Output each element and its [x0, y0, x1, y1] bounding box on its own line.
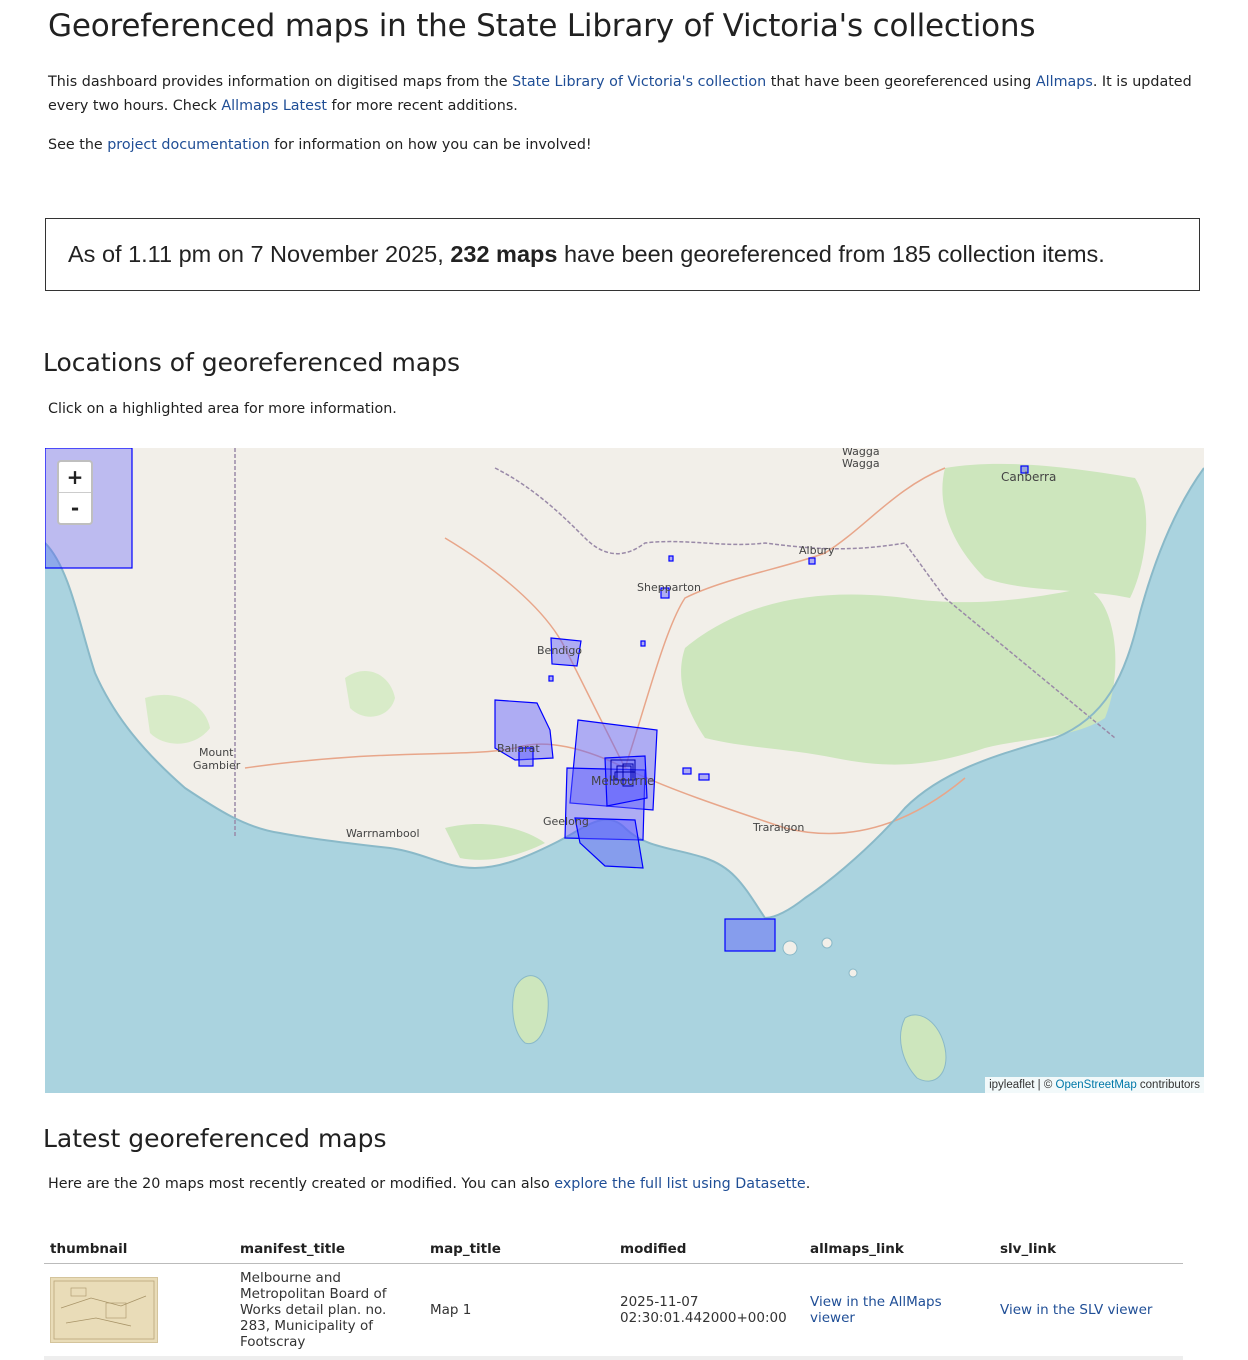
locations-heading: Locations of georeferenced maps [43, 348, 461, 377]
cell-modified: 2025-11-07 02:30:01.442000+00:00 [614, 1263, 804, 1360]
latest-text-2: . [805, 1176, 811, 1192]
project-documentation-link[interactable]: project documentation [107, 137, 269, 153]
slv-viewer-link[interactable]: View in the SLV viewer [1000, 1302, 1152, 1318]
latest-text-1: Here are the 20 maps most recently creat… [48, 1176, 555, 1192]
slv-collection-link[interactable]: State Library of Victoria's collection [512, 74, 766, 90]
label-geelong: Geelong [543, 815, 589, 828]
label-gambier: Gambier [193, 759, 241, 772]
allmaps-link[interactable]: Allmaps [1036, 74, 1093, 90]
overlay-small-2[interactable] [698, 773, 710, 781]
flinders-island [900, 1014, 947, 1082]
island-small-3 [848, 968, 858, 978]
attribution-suffix: contributors [1136, 1079, 1200, 1091]
column-header-thumbnail: thumbnail [44, 1237, 234, 1264]
map-thumbnail[interactable] [50, 1277, 158, 1343]
column-header-allmaps-link: allmaps_link [804, 1237, 994, 1264]
intro-text-4: for more recent additions. [327, 98, 518, 114]
map-attribution: ipyleaflet | © OpenStreetMap contributor… [985, 1077, 1204, 1093]
overlay-small-5[interactable] [548, 675, 554, 682]
map-thumbnail-image [53, 1280, 155, 1340]
map-canvas[interactable]: Wagga Wagga Canberra Albury Shepparton B… [45, 448, 1204, 1093]
page-title: Georeferenced maps in the State Library … [48, 8, 1036, 44]
label-traralgon: Traralgon [752, 821, 804, 834]
summary-map-count: 232 maps [450, 241, 558, 267]
island-small-1 [782, 940, 798, 956]
cell-map-title: Map 1 [424, 1263, 614, 1360]
cell-slv-link: View in the SLV viewer [994, 1263, 1183, 1360]
intro-paragraph: This dashboard provides information on d… [48, 70, 1198, 118]
cell-allmaps-link: View in the AllMaps viewer [804, 1263, 994, 1360]
king-island [512, 975, 549, 1045]
intro-text-2: that have been georeferenced using [766, 74, 1036, 90]
label-shepparton: Shepparton [637, 581, 701, 594]
zoom-control: + - [57, 460, 93, 525]
column-header-slv-link: slv_link [994, 1237, 1183, 1264]
latest-maps-table: thumbnail manifest_title map_title modif… [44, 1237, 1183, 1360]
overlay-small-3[interactable] [668, 555, 674, 562]
locations-hint: Click on a highlighted area for more inf… [48, 401, 397, 417]
column-header-manifest-title: manifest_title [234, 1237, 424, 1264]
overlay-small-1[interactable] [682, 767, 692, 775]
label-bendigo: Bendigo [537, 644, 582, 657]
island-small-2 [821, 937, 833, 949]
overlay-small-4[interactable] [640, 640, 646, 647]
intro-text-1: This dashboard provides information on d… [48, 74, 513, 90]
modified-date: 2025-11-07 [620, 1294, 699, 1310]
map-widget[interactable]: Wagga Wagga Canberra Albury Shepparton B… [45, 448, 1204, 1093]
see-text-2: for information on how you can be involv… [269, 137, 592, 153]
cell-manifest-title: Melbourne and Metropolitan Board of Work… [234, 1263, 424, 1360]
overlay-albury[interactable] [808, 557, 816, 565]
summary-box: As of 1.11 pm on 7 November 2025, 232 ma… [45, 218, 1200, 291]
openstreetmap-link[interactable]: OpenStreetMap [1056, 1079, 1137, 1091]
datasette-link[interactable]: explore the full list using Datasette [554, 1176, 805, 1192]
cell-thumbnail [44, 1263, 234, 1360]
column-header-map-title: map_title [424, 1237, 614, 1264]
attribution-prefix: ipyleaflet | © [989, 1079, 1056, 1091]
summary-suffix: have been georeferenced from 185 collect… [557, 241, 1105, 267]
latest-heading: Latest georeferenced maps [43, 1124, 387, 1153]
allmaps-latest-link[interactable]: Allmaps Latest [221, 98, 327, 114]
label-albury: Albury [799, 544, 835, 557]
allmaps-viewer-link[interactable]: View in the AllMaps viewer [810, 1294, 942, 1326]
zoom-out-button[interactable]: - [59, 492, 91, 523]
label-melbourne: Melbourne [591, 774, 654, 788]
column-header-modified: modified [614, 1237, 804, 1264]
overlay-wilsons-prom[interactable] [724, 918, 776, 952]
label-canberra: Canberra [1001, 470, 1056, 484]
table-header-row: thumbnail manifest_title map_title modif… [44, 1237, 1183, 1264]
label-wagga-2: Wagga [842, 457, 880, 470]
label-warrnambool: Warrnambool [346, 827, 420, 840]
label-ballarat: Ballarat [497, 742, 540, 755]
zoom-in-button[interactable]: + [59, 462, 91, 492]
label-mount: Mount [199, 746, 234, 759]
modified-time: 02:30:01.442000+00:00 [620, 1310, 787, 1326]
latest-paragraph: Here are the 20 maps most recently creat… [48, 1173, 810, 1195]
summary-prefix: As of 1.11 pm on 7 November 2025, [68, 241, 451, 267]
see-text-1: See the [48, 137, 108, 153]
table-row: Melbourne and Metropolitan Board of Work… [44, 1263, 1183, 1360]
documentation-paragraph: See the project documentation for inform… [48, 133, 592, 157]
